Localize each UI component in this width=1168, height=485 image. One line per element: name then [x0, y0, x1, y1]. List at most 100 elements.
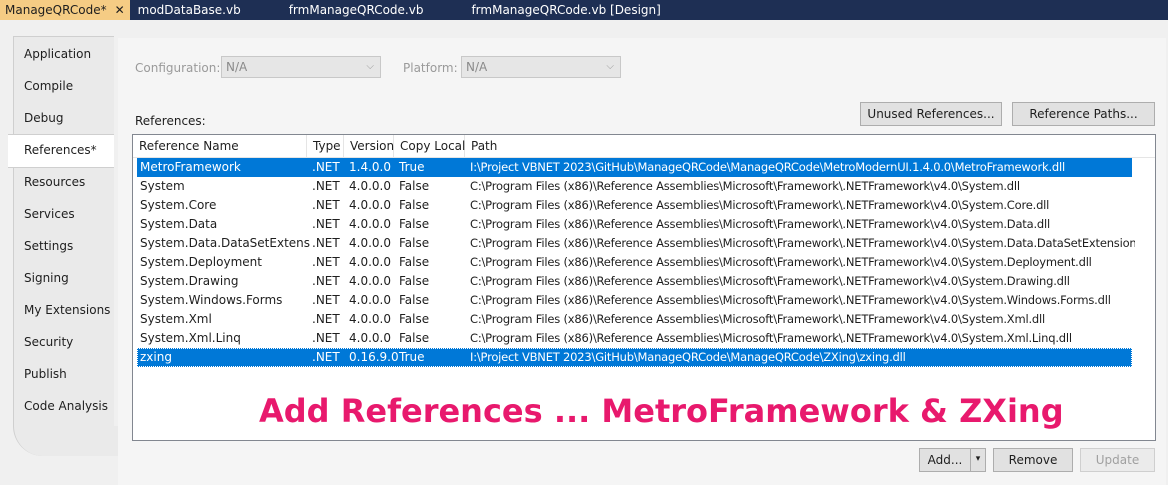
cell-copy-local: True — [399, 350, 425, 364]
chevron-down-icon: ⌵ — [366, 61, 374, 72]
nav-item-application[interactable]: Application — [24, 44, 91, 64]
reference-paths-button[interactable]: Reference Paths... — [1012, 102, 1155, 126]
cell-version: 1.4.0.0 — [349, 160, 391, 174]
table-row[interactable]: System.Windows.Forms .NET 4.0.0.0 False C:\P… — [137, 291, 1132, 310]
nav-item-security[interactable]: Security — [24, 332, 73, 352]
column-header-reference-name[interactable]: Reference Name — [133, 135, 307, 157]
cell-name: zxing — [140, 350, 172, 364]
cell-copy-local: False — [399, 293, 430, 307]
cell-path: C:\Program Files (x86)\Reference Assembl… — [470, 255, 1092, 269]
cell-path: C:\Program Files (x86)\Reference Assembl… — [470, 198, 1050, 212]
column-header-type[interactable]: Type — [307, 135, 344, 157]
chevron-down-icon: ⌵ — [606, 61, 614, 72]
cell-name: System.Data — [140, 217, 218, 231]
nav-item-references[interactable]: References* — [24, 140, 97, 160]
table-row[interactable]: System.Data .NET 4.0.0.0 False C:\Program Fi… — [137, 215, 1132, 234]
cell-copy-local: True — [399, 160, 425, 174]
annotation-caption: Add References ... MetroFramework & ZXin… — [259, 392, 1064, 430]
table-row[interactable]: MetroFramework .NET 1.4.0.0 True I:\Project … — [137, 158, 1132, 177]
table-row[interactable]: System .NET 4.0.0.0 False C:\Program Files (… — [137, 177, 1132, 196]
cell-copy-local: False — [399, 331, 430, 345]
table-row[interactable]: System.Xml .NET 4.0.0.0 False C:\Program Fil… — [137, 310, 1132, 329]
cell-name: System.Drawing — [140, 274, 239, 288]
column-header-copy-local[interactable]: Copy Local — [394, 135, 465, 157]
cell-path: C:\Program Files (x86)\Reference Assembl… — [470, 179, 1020, 193]
cell-type: .NET — [312, 236, 340, 250]
cell-copy-local: False — [399, 312, 430, 326]
cell-path: I:\Project VBNET 2023\GitHub\ManageQRCod… — [470, 350, 906, 364]
cell-path: C:\Program Files (x86)\Reference Assembl… — [470, 312, 1046, 326]
table-row[interactable]: System.Deployment .NET 4.0.0.0 False C:\Prog… — [137, 253, 1132, 272]
tab-label: frmManageQRCode.vb [Design] — [471, 3, 661, 17]
table-row[interactable]: System.Data.DataSetExtensions.NET 4.0.0.0… — [137, 234, 1135, 253]
cell-type: .NET — [312, 160, 340, 174]
remove-reference-button[interactable]: Remove — [993, 448, 1073, 472]
cell-type: .NET — [312, 350, 340, 364]
cell-path: C:\Program Files (x86)\Reference Assembl… — [470, 331, 1072, 345]
nav-item-debug[interactable]: Debug — [24, 108, 63, 128]
nav-item-services[interactable]: Services — [24, 204, 75, 224]
cell-path: C:\Program Files (x86)\Reference Assembl… — [470, 217, 1050, 231]
nav-item-publish[interactable]: Publish — [24, 364, 67, 384]
cell-version: 4.0.0.0 — [349, 293, 391, 307]
cell-copy-local: False — [399, 198, 430, 212]
cell-type: .NET — [312, 293, 340, 307]
platform-combo: N/A ⌵ — [461, 56, 621, 78]
tab-label: frmManageQRCode.vb — [288, 3, 424, 17]
cell-version: 4.0.0.0 — [349, 217, 391, 231]
tab-frmmanageqrcode[interactable]: frmManageQRCode.vb — [281, 0, 464, 20]
configuration-value: N/A — [226, 60, 248, 74]
configuration-combo: N/A ⌵ — [221, 56, 381, 78]
nav-item-code-analysis[interactable]: Code Analysis — [24, 396, 108, 416]
cell-type: .NET — [312, 255, 340, 269]
cell-copy-local: False — [399, 217, 430, 231]
nav-item-signing[interactable]: Signing — [24, 268, 69, 288]
update-reference-button[interactable]: Update — [1080, 448, 1155, 472]
cell-name: System — [140, 179, 185, 193]
cell-type: .NET — [312, 217, 340, 231]
chevron-down-icon: ▾ — [975, 454, 981, 464]
cell-version: 4.0.0.0 — [349, 312, 391, 326]
platform-value: N/A — [466, 60, 488, 74]
cell-name: System.Data.DataSetExtensions — [140, 236, 310, 250]
cell-path: C:\Program Files (x86)\Reference Assembl… — [470, 236, 1135, 250]
cell-copy-local: False — [399, 255, 430, 269]
add-dropdown-arrow[interactable]: ▾ — [970, 448, 986, 472]
nav-item-resources[interactable]: Resources — [24, 172, 85, 192]
nav-item-my-extensions[interactable]: My Extensions — [24, 300, 110, 320]
cell-version: 4.0.0.0 — [349, 179, 391, 193]
cell-copy-local: False — [399, 179, 430, 193]
platform-label: Platform: — [403, 61, 458, 75]
cell-name: System.Xml — [140, 312, 212, 326]
cell-copy-local: False — [399, 236, 430, 250]
cell-type: .NET — [312, 274, 340, 288]
tab-moddatabase[interactable]: modDataBase.vb — [130, 0, 281, 20]
unused-references-button[interactable]: Unused References... — [860, 102, 1002, 126]
cell-name: System.Deployment — [140, 255, 262, 269]
cell-version: 4.0.0.0 — [349, 236, 391, 250]
column-header-version[interactable]: Version — [344, 135, 394, 157]
table-row[interactable]: System.Drawing .NET 4.0.0.0 False C:\Program… — [137, 272, 1132, 291]
column-header-path[interactable]: Path — [465, 135, 1155, 157]
cell-name: System.Core — [140, 198, 217, 212]
cell-type: .NET — [312, 179, 340, 193]
cell-version: 4.0.0.0 — [349, 198, 391, 212]
table-row[interactable]: System.Xml.Linq .NET 4.0.0.0 False C:\Progra… — [137, 329, 1132, 348]
configuration-label: Configuration: — [135, 61, 221, 75]
tab-manageqrcode[interactable]: ManageQRCode* ✕ — [0, 0, 130, 20]
nav-item-settings[interactable]: Settings — [24, 236, 73, 256]
cell-version: 4.0.0.0 — [349, 255, 391, 269]
cell-type: .NET — [312, 331, 340, 345]
cell-version: 4.0.0.0 — [349, 331, 391, 345]
table-row[interactable]: zxing .NET 0.16.9.0 True I:\Project VBNET 20… — [137, 348, 1132, 367]
tab-label: modDataBase.vb — [137, 3, 241, 17]
nav-item-compile[interactable]: Compile — [24, 76, 73, 96]
tab-frmmanageqrcode-design[interactable]: frmManageQRCode.vb [Design] — [463, 0, 670, 20]
table-row[interactable]: System.Core .NET 4.0.0.0 False C:\Program Fi… — [137, 196, 1132, 215]
tab-label: ManageQRCode* — [5, 3, 107, 17]
cell-type: .NET — [312, 312, 340, 326]
close-icon[interactable]: ✕ — [115, 3, 125, 17]
list-header: Reference Name Type Version Copy Local P… — [133, 135, 1155, 158]
cell-name: System.Windows.Forms — [140, 293, 283, 307]
add-reference-button[interactable]: Add... — [919, 448, 971, 472]
